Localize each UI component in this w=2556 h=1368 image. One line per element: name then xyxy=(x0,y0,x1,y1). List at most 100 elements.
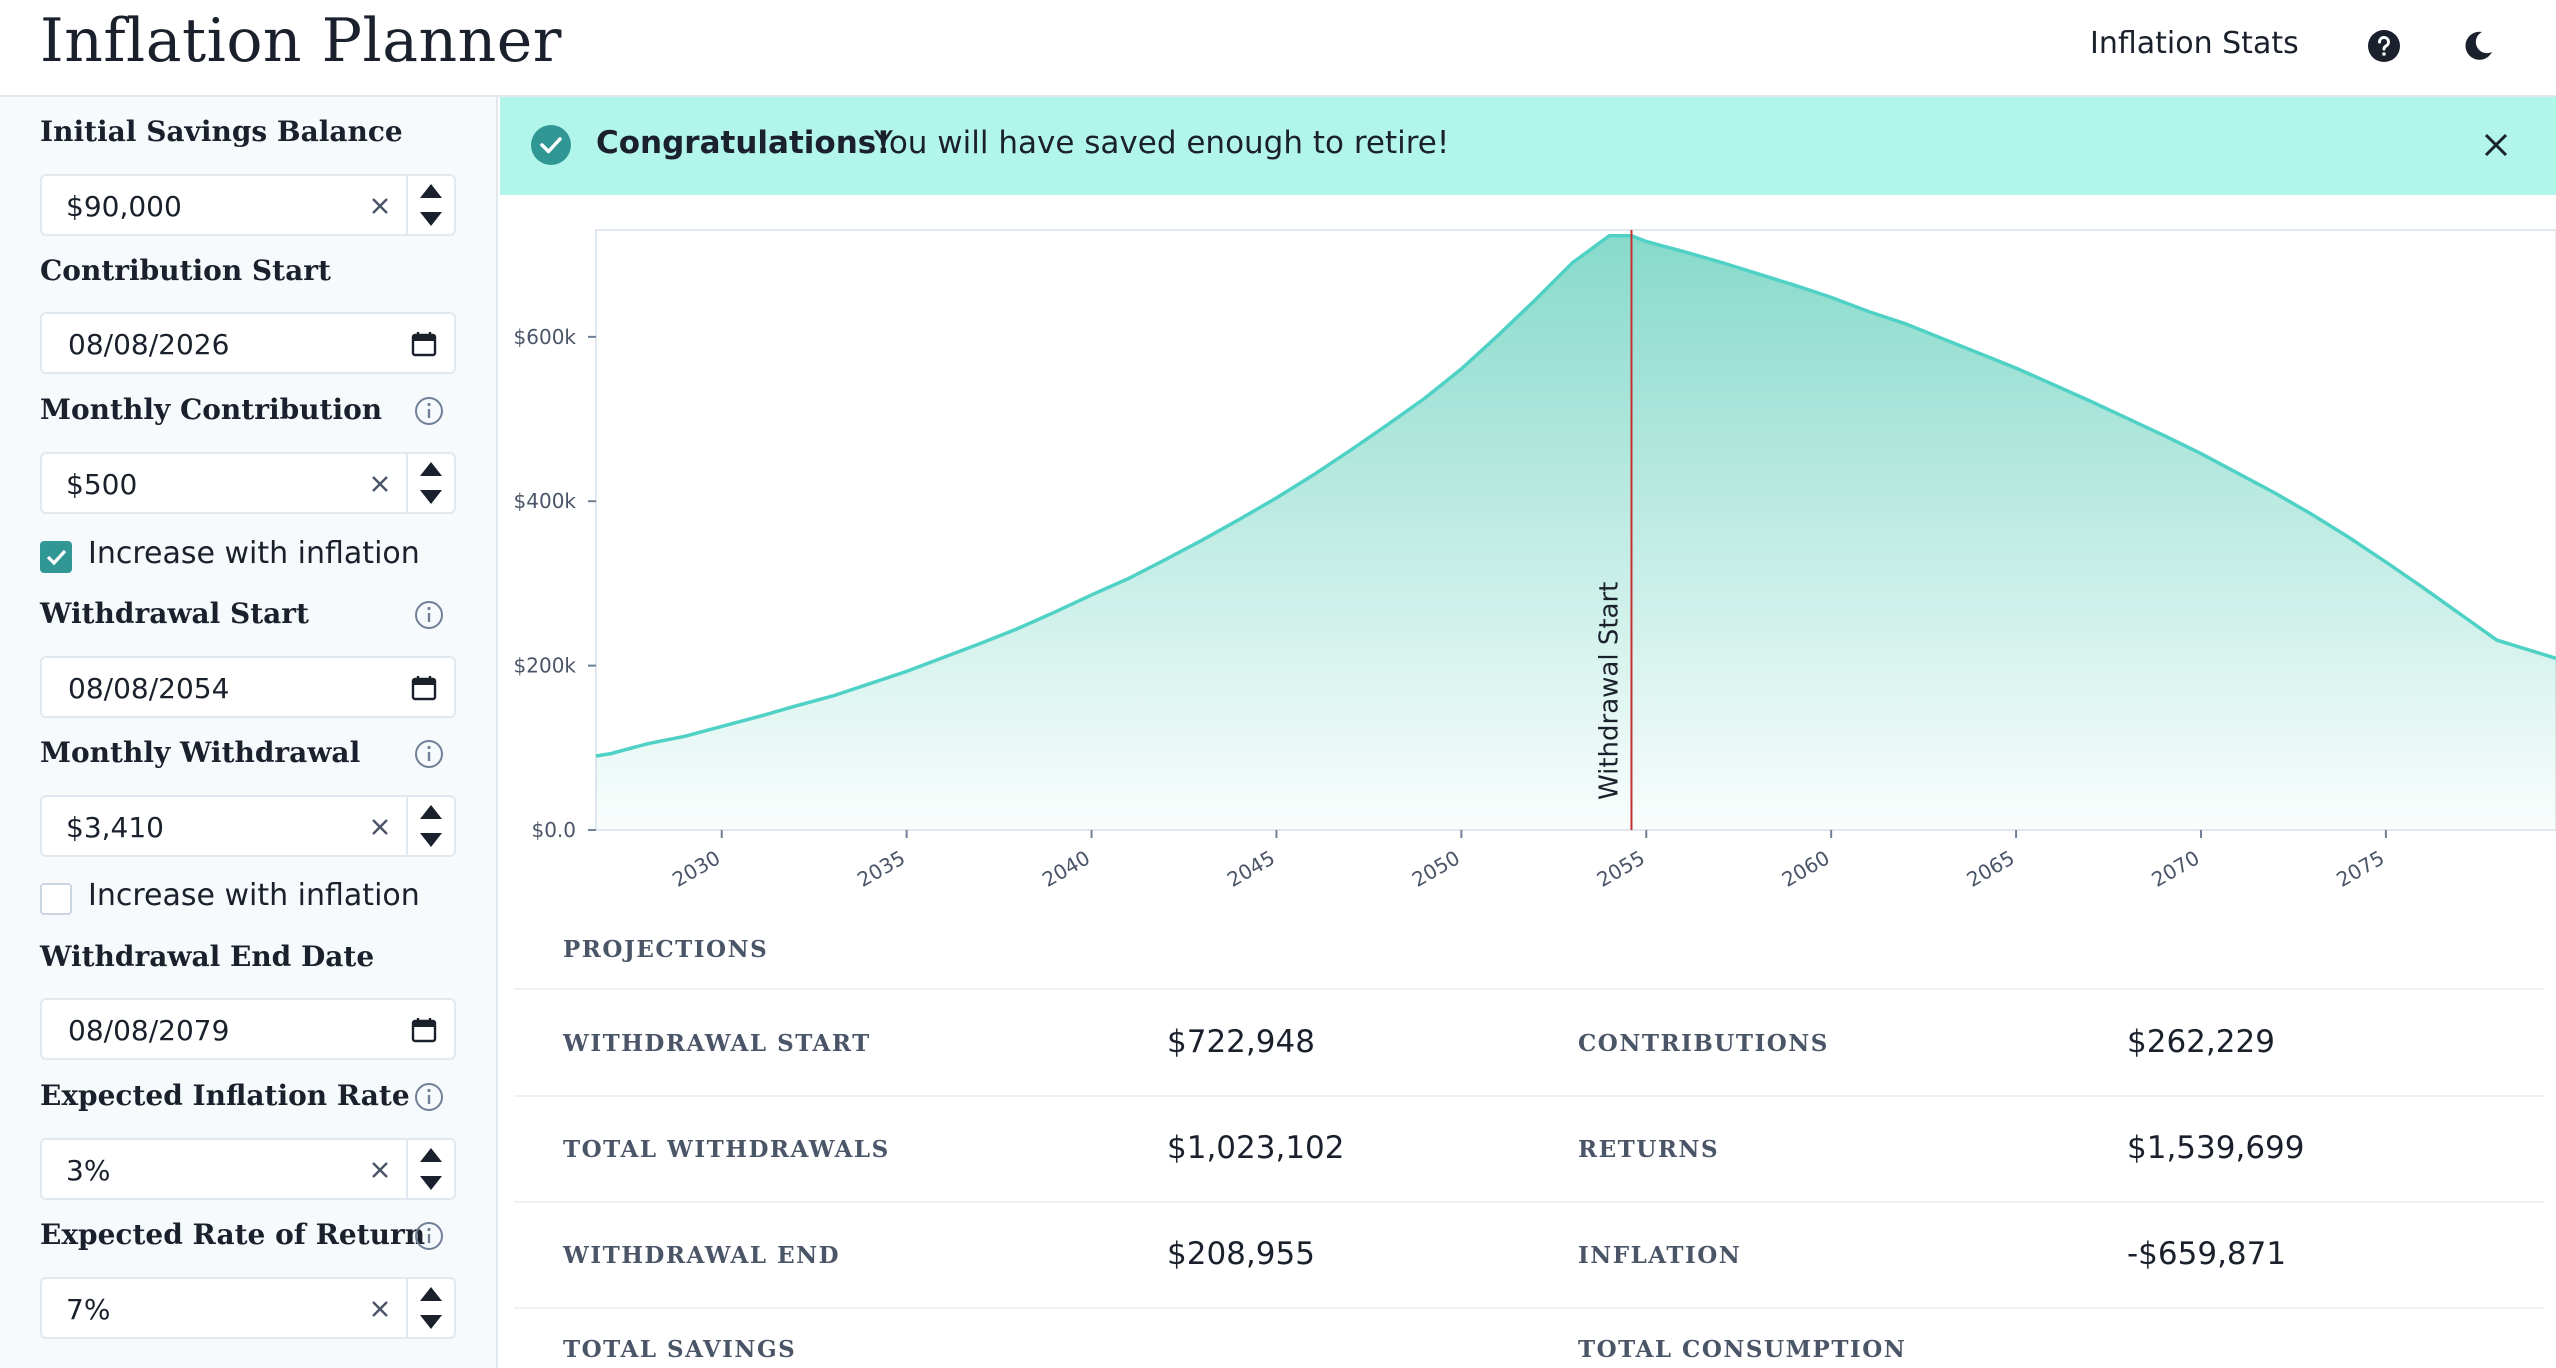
initial-savings-value: $90,000 xyxy=(66,190,182,223)
monthly-contribution-value: $500 xyxy=(66,468,138,501)
clear-icon[interactable] xyxy=(366,813,394,841)
info-icon[interactable] xyxy=(413,395,445,427)
contribution-start-label: Contribution Start xyxy=(40,254,331,287)
inflation-stats-link[interactable]: Inflation Stats xyxy=(2090,26,2299,61)
decrement-icon[interactable] xyxy=(420,212,442,226)
contributions-value: $262,229 xyxy=(2127,1024,2275,1060)
close-icon[interactable] xyxy=(2480,129,2512,161)
divider xyxy=(514,1307,2544,1309)
decrement-icon[interactable] xyxy=(420,1315,442,1329)
withdrawal-start-projection-value: $722,948 xyxy=(1167,1024,1315,1060)
calendar-icon[interactable] xyxy=(410,330,438,358)
decrement-icon[interactable] xyxy=(420,490,442,504)
clear-icon[interactable] xyxy=(366,1295,394,1323)
calendar-icon[interactable] xyxy=(410,1016,438,1044)
inflation-rate-input[interactable]: 3% xyxy=(40,1138,456,1200)
increment-icon[interactable] xyxy=(420,1148,442,1162)
y-tick-label: $200k xyxy=(514,654,577,678)
rate-of-return-label: Expected Rate of Return xyxy=(40,1218,426,1251)
rate-of-return-input[interactable]: 7% xyxy=(40,1277,456,1339)
x-tick-label: 2040 xyxy=(1038,846,1094,892)
divider xyxy=(514,1095,2544,1097)
clear-icon[interactable] xyxy=(366,470,394,498)
x-tick-label: 2045 xyxy=(1223,846,1279,892)
total-withdrawals-label: TOTAL WITHDRAWALS xyxy=(563,1136,890,1163)
monthly-withdrawal-stepper[interactable] xyxy=(406,797,454,855)
projections-heading: PROJECTIONS xyxy=(563,936,769,963)
increment-icon[interactable] xyxy=(420,184,442,198)
divider xyxy=(514,988,2544,990)
withdrawal-end-label: Withdrawal End Date xyxy=(40,940,375,973)
withdrawal-inflation-checkbox[interactable] xyxy=(40,883,72,915)
savings-chart: $0.0 $200k $400k $600k 2030 2035 2040 2045 2050 2… xyxy=(514,229,2556,892)
check-circle-icon xyxy=(531,125,571,165)
returns-value: $1,539,699 xyxy=(2127,1130,2305,1166)
inflation-rate-label: Expected Inflation Rate xyxy=(40,1079,410,1112)
contribution-start-date-input[interactable]: 08/08/2026 xyxy=(40,312,456,374)
x-tick-label: 2075 xyxy=(2332,846,2388,892)
withdrawal-start-projection-label: WITHDRAWAL START xyxy=(563,1030,871,1057)
contribution-inflation-label[interactable]: Increase with inflation xyxy=(88,536,420,571)
success-alert: Congratulations! You will have saved eno… xyxy=(500,97,2556,195)
decrement-icon[interactable] xyxy=(420,833,442,847)
initial-savings-label: Initial Savings Balance xyxy=(40,115,403,148)
savings-area xyxy=(596,235,2556,831)
withdrawal-start-date-input[interactable]: 08/08/2054 xyxy=(40,656,456,718)
app-title: Inflation Planner xyxy=(40,6,562,76)
clear-icon[interactable] xyxy=(366,1156,394,1184)
withdrawal-start-annotation: Withdrawal Start xyxy=(1594,582,1624,800)
monthly-withdrawal-value: $3,410 xyxy=(66,811,164,844)
divider xyxy=(514,1201,2544,1203)
initial-savings-input[interactable]: $90,000 xyxy=(40,174,456,236)
contribution-inflation-checkbox[interactable] xyxy=(40,541,72,573)
monthly-withdrawal-input[interactable]: $3,410 xyxy=(40,795,456,857)
withdrawal-end-date-input[interactable]: 08/08/2079 xyxy=(40,998,456,1060)
x-tick-label: 2060 xyxy=(1778,846,1834,892)
alert-title: Congratulations! xyxy=(596,125,891,161)
decrement-icon[interactable] xyxy=(420,1176,442,1190)
help-icon[interactable] xyxy=(2366,28,2402,64)
y-tick-label: $400k xyxy=(514,489,577,513)
withdrawal-start-label: Withdrawal Start xyxy=(40,597,309,630)
x-tick-label: 2055 xyxy=(1593,846,1649,892)
contributions-label: CONTRIBUTIONS xyxy=(1578,1030,1829,1057)
returns-label: RETURNS xyxy=(1578,1136,1720,1163)
total-withdrawals-value: $1,023,102 xyxy=(1167,1130,1345,1166)
x-tick-label: 2065 xyxy=(1962,846,2018,892)
info-icon[interactable] xyxy=(413,599,445,631)
monthly-withdrawal-label: Monthly Withdrawal xyxy=(40,736,361,769)
rate-of-return-stepper[interactable] xyxy=(406,1279,454,1337)
rate-of-return-value: 7% xyxy=(66,1293,111,1326)
info-icon[interactable] xyxy=(413,1081,445,1113)
clear-icon[interactable] xyxy=(366,192,394,220)
y-tick-label: $0.0 xyxy=(531,818,576,842)
initial-savings-stepper[interactable] xyxy=(406,176,454,234)
withdrawal-end-projection-label: WITHDRAWAL END xyxy=(563,1242,841,1269)
monthly-contribution-label: Monthly Contribution xyxy=(40,393,383,426)
inflation-rate-value: 3% xyxy=(66,1154,111,1187)
calendar-icon[interactable] xyxy=(410,674,438,702)
inflation-label: INFLATION xyxy=(1578,1242,1742,1269)
monthly-contribution-input[interactable]: $500 xyxy=(40,452,456,514)
y-tick-label: $600k xyxy=(514,325,577,349)
info-icon[interactable] xyxy=(413,738,445,770)
moon-icon[interactable] xyxy=(2460,28,2496,64)
increment-icon[interactable] xyxy=(420,462,442,476)
settings-sidebar: Initial Savings Balance $90,000 Contribu… xyxy=(0,97,498,1368)
withdrawal-start-value: 08/08/2054 xyxy=(68,672,230,705)
increment-icon[interactable] xyxy=(420,805,442,819)
total-savings-label: TOTAL SAVINGS xyxy=(563,1336,797,1363)
increment-icon[interactable] xyxy=(420,1287,442,1301)
withdrawal-end-value: 08/08/2079 xyxy=(68,1014,230,1047)
app-header: Inflation Planner Inflation Stats xyxy=(0,0,2556,97)
info-icon[interactable] xyxy=(413,1220,445,1252)
monthly-contribution-stepper[interactable] xyxy=(406,454,454,512)
inflation-rate-stepper[interactable] xyxy=(406,1140,454,1198)
withdrawal-inflation-label[interactable]: Increase with inflation xyxy=(88,878,420,913)
check-icon xyxy=(46,549,67,566)
withdrawal-end-projection-value: $208,955 xyxy=(1167,1236,1315,1272)
contribution-start-value: 08/08/2026 xyxy=(68,328,230,361)
alert-message: You will have saved enough to retire! xyxy=(874,125,1450,161)
x-tick-label: 2030 xyxy=(668,846,724,892)
inflation-value: -$659,871 xyxy=(2127,1236,2287,1272)
